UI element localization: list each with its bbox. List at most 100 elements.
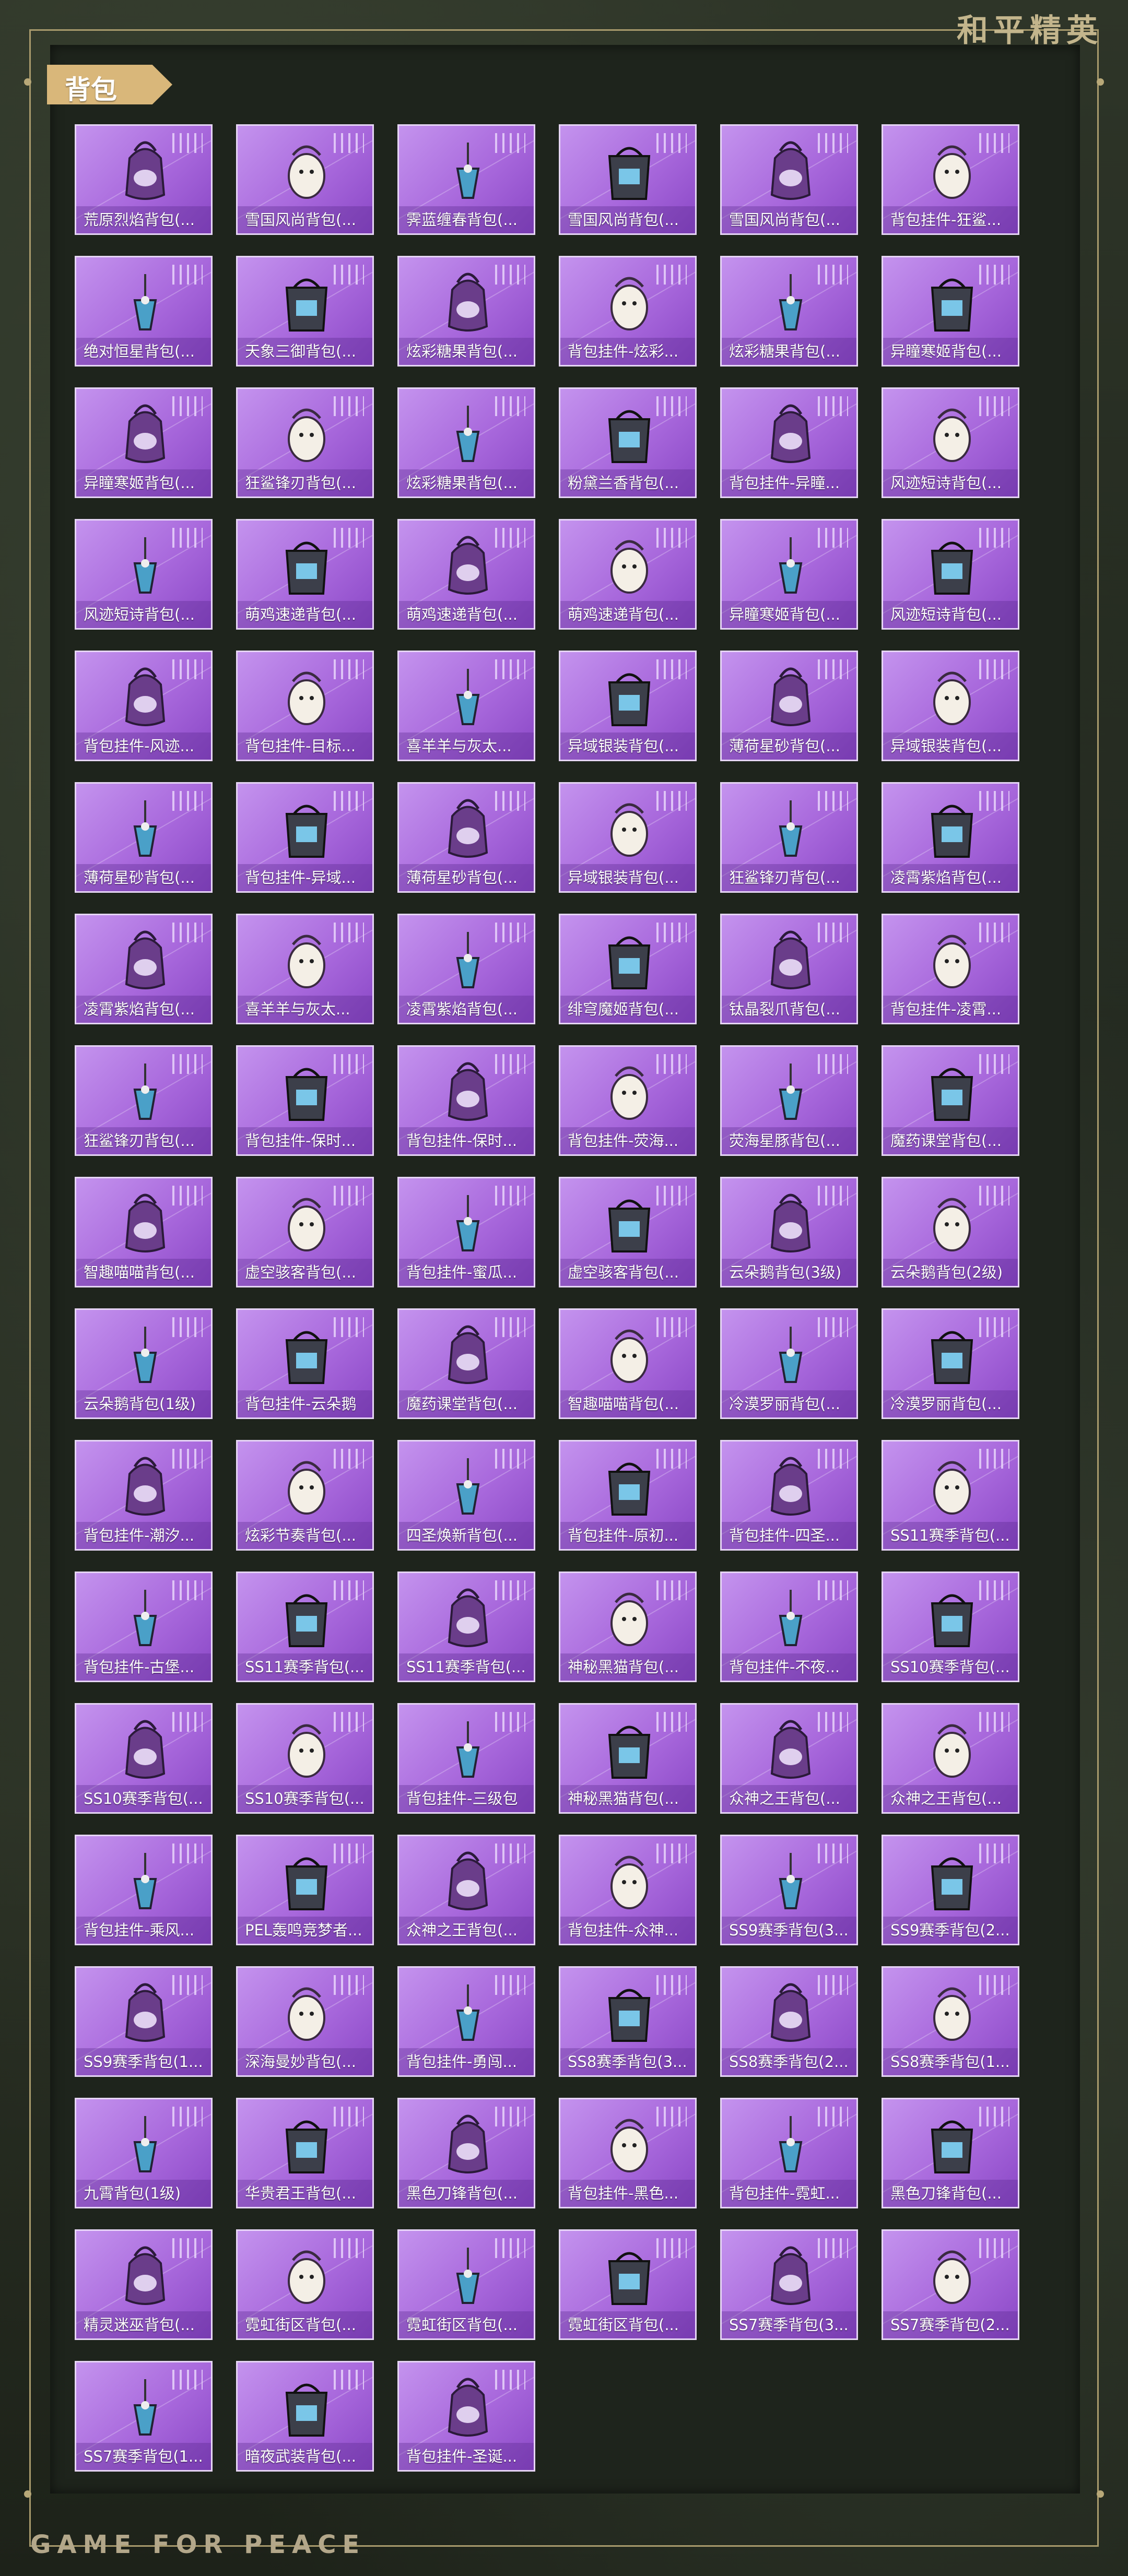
inventory-item[interactable]: 狂鲨锋刃背包(... — [236, 387, 374, 498]
inventory-item[interactable]: 众神之王背包(... — [397, 1835, 535, 1945]
inventory-item[interactable]: 萌鸡速递背包(... — [397, 519, 535, 630]
inventory-item[interactable]: 背包挂件-三级包 — [397, 1703, 535, 1814]
inventory-item[interactable]: 背包挂件-凌霄... — [882, 914, 1019, 1024]
inventory-item[interactable]: 炫彩糖果背包(... — [720, 256, 858, 367]
inventory-item[interactable]: 凌霄紫焰背包(... — [882, 782, 1019, 893]
inventory-item[interactable]: 智趣喵喵背包(... — [559, 1308, 697, 1419]
inventory-item[interactable]: 背包挂件-目标... — [236, 651, 374, 761]
inventory-item[interactable]: 背包挂件-蜜瓜... — [397, 1177, 535, 1287]
inventory-item[interactable]: 背包挂件-乘风... — [75, 1835, 213, 1945]
inventory-item[interactable]: 霓虹街区背包(... — [397, 2229, 535, 2340]
inventory-item[interactable]: 背包挂件-潮汐... — [75, 1440, 213, 1551]
inventory-item[interactable]: 众神之王背包(... — [882, 1703, 1019, 1814]
inventory-item[interactable]: 虚空骇客背包(... — [236, 1177, 374, 1287]
inventory-item[interactable]: 萌鸡速递背包(... — [559, 519, 697, 630]
inventory-item[interactable]: 异瞳寒姬背包(... — [882, 256, 1019, 367]
inventory-item[interactable]: 粉黛兰香背包(... — [559, 387, 697, 498]
inventory-item[interactable]: 背包挂件-保时... — [397, 1045, 535, 1156]
inventory-item[interactable]: 背包挂件-荧海... — [559, 1045, 697, 1156]
inventory-item[interactable]: 九霄背包(1级) — [75, 2098, 213, 2208]
inventory-item[interactable]: SS9赛季背包(1... — [75, 1966, 213, 2077]
inventory-item[interactable]: SS8赛季背包(2... — [720, 1966, 858, 2077]
inventory-item[interactable]: 炫彩节奏背包(... — [236, 1440, 374, 1551]
inventory-item[interactable]: 背包挂件-异域... — [236, 782, 374, 893]
inventory-item[interactable]: 雪国风尚背包(... — [236, 124, 374, 235]
inventory-item[interactable]: 云朵鹅背包(3级) — [720, 1177, 858, 1287]
inventory-item[interactable]: 华贵君王背包(... — [236, 2098, 374, 2208]
inventory-item[interactable]: 黑色刀锋背包(... — [397, 2098, 535, 2208]
inventory-item[interactable]: 异域银装背包(... — [559, 782, 697, 893]
inventory-item[interactable]: 雪国风尚背包(... — [559, 124, 697, 235]
inventory-item[interactable]: 背包挂件-炫彩... — [559, 256, 697, 367]
inventory-item[interactable]: 雪国风尚背包(... — [720, 124, 858, 235]
inventory-item[interactable]: 四圣焕新背包(... — [397, 1440, 535, 1551]
inventory-item[interactable]: SS8赛季背包(1... — [882, 1966, 1019, 2077]
inventory-item[interactable]: 云朵鹅背包(1级) — [75, 1308, 213, 1419]
inventory-item[interactable]: 背包挂件-云朵鹅 — [236, 1308, 374, 1419]
inventory-item[interactable]: 黑色刀锋背包(... — [882, 2098, 1019, 2208]
inventory-item[interactable]: 荒原烈焰背包(... — [75, 124, 213, 235]
inventory-item[interactable]: 背包挂件-勇闯... — [397, 1966, 535, 2077]
inventory-item[interactable]: 神秘黑猫背包(... — [559, 1703, 697, 1814]
inventory-item[interactable]: 霓虹街区背包(... — [236, 2229, 374, 2340]
inventory-item[interactable]: 天象三御背包(... — [236, 256, 374, 367]
inventory-item[interactable]: 背包挂件-风迹... — [75, 651, 213, 761]
inventory-item[interactable]: 炫彩糖果背包(... — [397, 387, 535, 498]
inventory-item[interactable]: SS10赛季背包(... — [75, 1703, 213, 1814]
inventory-item[interactable]: 云朵鹅背包(2级) — [882, 1177, 1019, 1287]
inventory-item[interactable]: 虚空骇客背包(... — [559, 1177, 697, 1287]
inventory-item[interactable]: SS11赛季背包(... — [882, 1440, 1019, 1551]
inventory-item[interactable]: SS10赛季背包(... — [236, 1703, 374, 1814]
inventory-item[interactable]: 背包挂件-不夜... — [720, 1571, 858, 1682]
inventory-item[interactable]: 异域银装背包(... — [559, 651, 697, 761]
inventory-item[interactable]: 冷漠罗丽背包(... — [882, 1308, 1019, 1419]
inventory-item[interactable]: 霁蓝缠春背包(... — [397, 124, 535, 235]
inventory-item[interactable]: SS7赛季背包(2... — [882, 2229, 1019, 2340]
inventory-item[interactable]: 众神之王背包(... — [720, 1703, 858, 1814]
inventory-item[interactable]: 异域银装背包(... — [882, 651, 1019, 761]
inventory-item[interactable]: 异瞳寒姬背包(... — [720, 519, 858, 630]
inventory-item[interactable]: 萌鸡速递背包(... — [236, 519, 374, 630]
inventory-item[interactable]: 背包挂件-黑色... — [559, 2098, 697, 2208]
inventory-item[interactable]: 魔药课堂背包(... — [882, 1045, 1019, 1156]
inventory-item[interactable]: SS11赛季背包(... — [236, 1571, 374, 1682]
inventory-item[interactable]: 背包挂件-狂鲨... — [882, 124, 1019, 235]
inventory-item[interactable]: 暗夜武装背包(... — [236, 2361, 374, 2472]
inventory-item[interactable]: SS7赛季背包(1... — [75, 2361, 213, 2472]
inventory-item[interactable]: 狂鲨锋刃背包(... — [720, 782, 858, 893]
inventory-item[interactable]: 薄荷星砂背包(... — [720, 651, 858, 761]
inventory-item[interactable]: 深海曼妙背包(... — [236, 1966, 374, 2077]
inventory-item[interactable]: SS7赛季背包(3... — [720, 2229, 858, 2340]
inventory-item[interactable]: PEL轰鸣竞梦者... — [236, 1835, 374, 1945]
inventory-item[interactable]: 狂鲨锋刃背包(... — [75, 1045, 213, 1156]
inventory-item[interactable]: 魔药课堂背包(... — [397, 1308, 535, 1419]
inventory-item[interactable]: 背包挂件-霓虹... — [720, 2098, 858, 2208]
inventory-item[interactable]: 薄荷星砂背包(... — [397, 782, 535, 893]
inventory-item[interactable]: SS8赛季背包(3... — [559, 1966, 697, 2077]
inventory-item[interactable]: 喜羊羊与灰太... — [236, 914, 374, 1024]
inventory-item[interactable]: SS9赛季背包(2... — [882, 1835, 1019, 1945]
inventory-item[interactable]: 绝对恒星背包(... — [75, 256, 213, 367]
inventory-item[interactable]: 风迹短诗背包(... — [882, 519, 1019, 630]
inventory-item[interactable]: 神秘黑猫背包(... — [559, 1571, 697, 1682]
inventory-item[interactable]: 喜羊羊与灰太... — [397, 651, 535, 761]
inventory-item[interactable]: 背包挂件-保时... — [236, 1045, 374, 1156]
inventory-item[interactable]: SS11赛季背包(... — [397, 1571, 535, 1682]
inventory-item[interactable]: 智趣喵喵背包(... — [75, 1177, 213, 1287]
inventory-item[interactable]: 异瞳寒姬背包(... — [75, 387, 213, 498]
inventory-item[interactable]: 绯穹魔姬背包(... — [559, 914, 697, 1024]
inventory-item[interactable]: 背包挂件-原初... — [559, 1440, 697, 1551]
inventory-item[interactable]: 钛晶裂爪背包(... — [720, 914, 858, 1024]
inventory-item[interactable]: 炫彩糖果背包(... — [397, 256, 535, 367]
inventory-item[interactable]: 背包挂件-异瞳... — [720, 387, 858, 498]
inventory-item[interactable]: 凌霄紫焰背包(... — [75, 914, 213, 1024]
inventory-item[interactable]: 背包挂件-众神... — [559, 1835, 697, 1945]
inventory-item[interactable]: 霓虹街区背包(... — [559, 2229, 697, 2340]
inventory-item[interactable]: 背包挂件-古堡... — [75, 1571, 213, 1682]
inventory-item[interactable]: 风迹短诗背包(... — [882, 387, 1019, 498]
inventory-item[interactable]: 背包挂件-圣诞... — [397, 2361, 535, 2472]
inventory-item[interactable]: 精灵迷巫背包(... — [75, 2229, 213, 2340]
inventory-item[interactable]: SS9赛季背包(3... — [720, 1835, 858, 1945]
inventory-item[interactable]: 背包挂件-四圣... — [720, 1440, 858, 1551]
inventory-item[interactable]: 薄荷星砂背包(... — [75, 782, 213, 893]
